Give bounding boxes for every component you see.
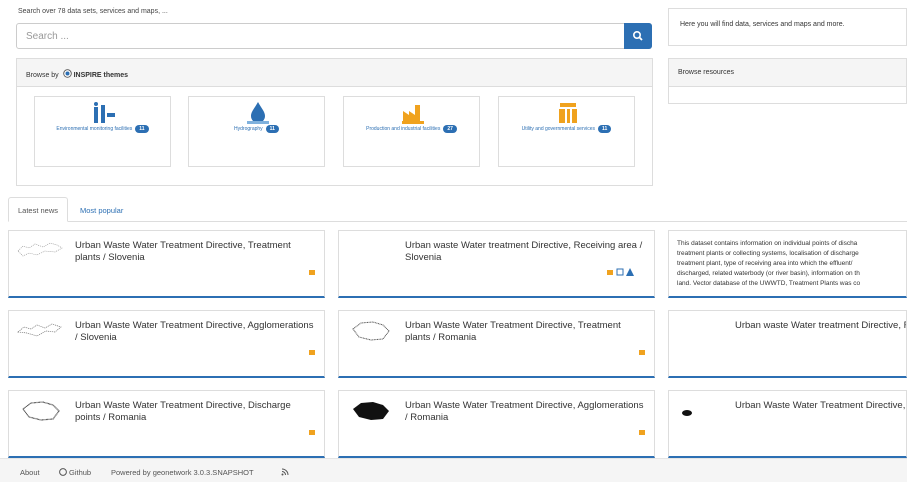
industrial-facilities-icon: [639, 430, 645, 435]
record-title[interactable]: Urban Waste Water Treatment Directive, D…: [75, 400, 315, 424]
search-hint: Search over 78 data sets, services and m…: [18, 8, 168, 15]
record-abstract: This dataset contains information on ind…: [677, 240, 861, 287]
search-button[interactable]: [624, 23, 652, 49]
map-thumbnail: [17, 242, 63, 257]
record-title[interactable]: Urban Waste Water Treatment Directive, T…: [405, 320, 645, 344]
info-panel: Here you will find data, services and ma…: [668, 8, 907, 46]
industrial-facilities-icon: [309, 350, 315, 355]
download-icon[interactable]: [626, 268, 634, 276]
map-thumbnail: [17, 323, 62, 337]
industrial-facilities-icon: [402, 105, 424, 124]
industrial-facilities-icon: [309, 430, 315, 435]
record-card[interactable]: Urban Waste Water Treatment Directive, p…: [668, 390, 907, 458]
tab-latest-news[interactable]: Latest news: [8, 197, 69, 222]
link-icon[interactable]: [616, 268, 624, 276]
search-input[interactable]: Search ...: [16, 23, 652, 49]
industrial-facilities-icon: [309, 270, 315, 275]
record-title[interactable]: Urban Waste Water Treatment Directive, T…: [75, 240, 315, 264]
count-badge: 11: [598, 125, 612, 133]
inspire-themes-panel: Browse by INSPIRE themes Environmental m…: [16, 58, 653, 186]
theme-card-hydrography[interactable]: Hydrography 11: [188, 96, 325, 167]
utility-services-icon: [559, 103, 577, 123]
footer-about-link[interactable]: About: [20, 468, 40, 477]
themes-panel-header: Browse by INSPIRE themes: [17, 59, 652, 87]
record-card[interactable]: Urban Waste Water Treatment Directive, D…: [8, 390, 325, 458]
theme-label-utility: Utility and governmental services 11: [499, 125, 634, 133]
map-thumbnail: [682, 410, 692, 416]
record-card[interactable]: Urban Waste Water Treatment Directive, T…: [338, 310, 655, 378]
theme-card-industrial[interactable]: Production and industrial facilities 27: [343, 96, 480, 167]
record-title[interactable]: Urban Waste Water Treatment Directive, A…: [75, 320, 315, 344]
themes-label: INSPIRE themes: [73, 72, 129, 79]
news-tabs: Latest news Most popular: [8, 197, 907, 222]
tab-most-popular[interactable]: Most popular: [70, 197, 133, 222]
footer-powered-by: Powered by geonetwork 3.0.3.SNAPSHOT: [111, 468, 254, 477]
map-thumbnail: [352, 321, 390, 341]
record-card[interactable]: Urban Waste Water Treatment Directive, A…: [8, 310, 325, 378]
industrial-facilities-icon: [639, 350, 645, 355]
map-thumbnail: [353, 402, 389, 420]
rss-icon[interactable]: [281, 468, 289, 476]
record-title[interactable]: Urban waste Water treatment Directive, R…: [405, 240, 645, 264]
industrial-facilities-icon: [607, 270, 613, 275]
record-card[interactable]: Urban Waste Water Treatment Directive, T…: [8, 230, 325, 298]
theme-label-hydrography: Hydrography 11: [189, 125, 324, 133]
count-badge: 11: [265, 125, 279, 133]
record-title[interactable]: Urban Waste Water Treatment Directive, A…: [405, 400, 645, 424]
theme-card-monitoring[interactable]: Environmental monitoring facilities 11: [34, 96, 171, 167]
github-icon: [59, 468, 67, 476]
record-title[interactable]: Urban waste Water treatment Directive, R…: [735, 320, 906, 332]
search-icon: [633, 31, 643, 41]
monitoring-facilities-icon: [94, 102, 115, 123]
footer: About Github Powered by geonetwork 3.0.3…: [0, 458, 907, 482]
record-card[interactable]: Urban Waste Water Treatment Directive, A…: [338, 390, 655, 458]
record-title[interactable]: Urban Waste Water Treatment Directive, p…: [735, 400, 906, 412]
browse-resources-header[interactable]: Browse resources: [669, 59, 906, 87]
count-badge: 11: [135, 125, 149, 133]
browse-by-label: Browse by: [26, 72, 59, 79]
map-thumbnail: [22, 401, 60, 421]
record-card[interactable]: Urban waste Water treatment Directive, R…: [338, 230, 655, 298]
count-badge: 27: [443, 125, 457, 133]
info-text: Here you will find data, services and ma…: [680, 21, 845, 28]
footer-github-link[interactable]: Github: [69, 468, 91, 477]
record-card-abstract[interactable]: This dataset contains information on ind…: [668, 230, 907, 298]
browse-resources-panel: Browse resources: [668, 58, 907, 104]
record-card[interactable]: Urban waste Water treatment Directive, R…: [668, 310, 907, 378]
search-placeholder: Search ...: [26, 31, 69, 42]
hydrography-icon: [247, 102, 269, 124]
theme-card-utility[interactable]: Utility and governmental services 11: [498, 96, 635, 167]
theme-label-monitoring: Environmental monitoring facilities 11: [35, 125, 170, 133]
radio-selected-icon[interactable]: [62, 69, 72, 78]
theme-label-industrial: Production and industrial facilities 27: [344, 125, 479, 133]
